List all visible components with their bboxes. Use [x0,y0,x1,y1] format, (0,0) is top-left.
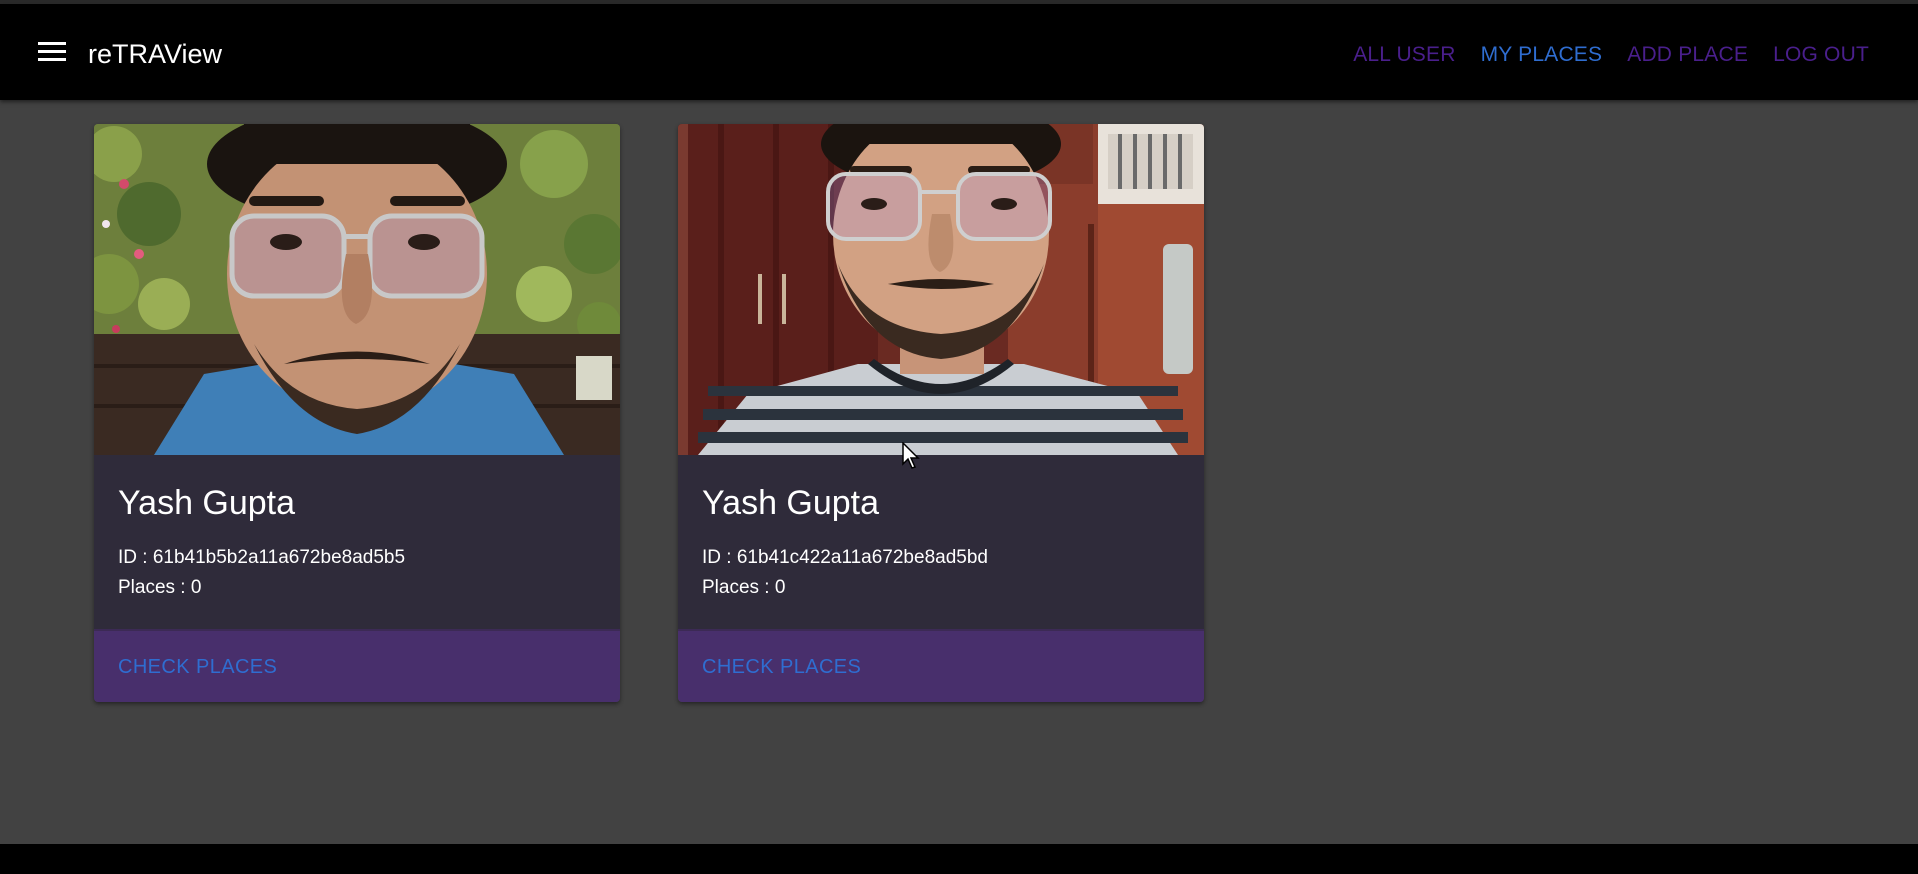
nav-all-user[interactable]: ALL USER [1353,42,1455,68]
user-id: ID : 61b41c422a11a672be8ad5bd [702,547,988,568]
app-bar: reTRAView ALL USER MY PLACES ADD PLACE L… [0,4,1918,100]
top-nav: ALL USER MY PLACES ADD PLACE LOG OUT [1353,42,1869,68]
bottom-bar [0,844,1918,874]
card-actions: CHECK PLACES [678,629,1204,702]
mouse-pointer-icon [902,442,920,469]
nav-add-place[interactable]: ADD PLACE [1627,42,1748,68]
user-photo [678,124,1204,455]
nav-my-places[interactable]: MY PLACES [1481,42,1603,68]
check-places-button[interactable]: CHECK PLACES [702,655,861,679]
card-actions: CHECK PLACES [94,629,620,702]
app-title[interactable]: reTRAView [88,38,222,70]
nav-log-out[interactable]: LOG OUT [1773,42,1869,68]
card-content: Yash Gupta ID : 61b41c422a11a672be8ad5bd… [678,455,1204,629]
card-content: Yash Gupta ID : 61b41b5b2a11a672be8ad5b5… [94,455,620,629]
user-places-count: Places : 0 [702,577,786,598]
user-name: Yash Gupta [118,484,296,522]
check-places-button[interactable]: CHECK PLACES [118,655,277,679]
hamburger-menu-icon[interactable] [38,42,66,62]
user-name: Yash Gupta [702,484,880,522]
user-card: Yash Gupta ID : 61b41c422a11a672be8ad5bd… [678,124,1204,702]
user-id: ID : 61b41b5b2a11a672be8ad5b5 [118,547,406,568]
user-places-count: Places : 0 [118,577,202,598]
user-card: Yash Gupta ID : 61b41b5b2a11a672be8ad5b5… [94,124,620,702]
user-photo [94,124,620,455]
